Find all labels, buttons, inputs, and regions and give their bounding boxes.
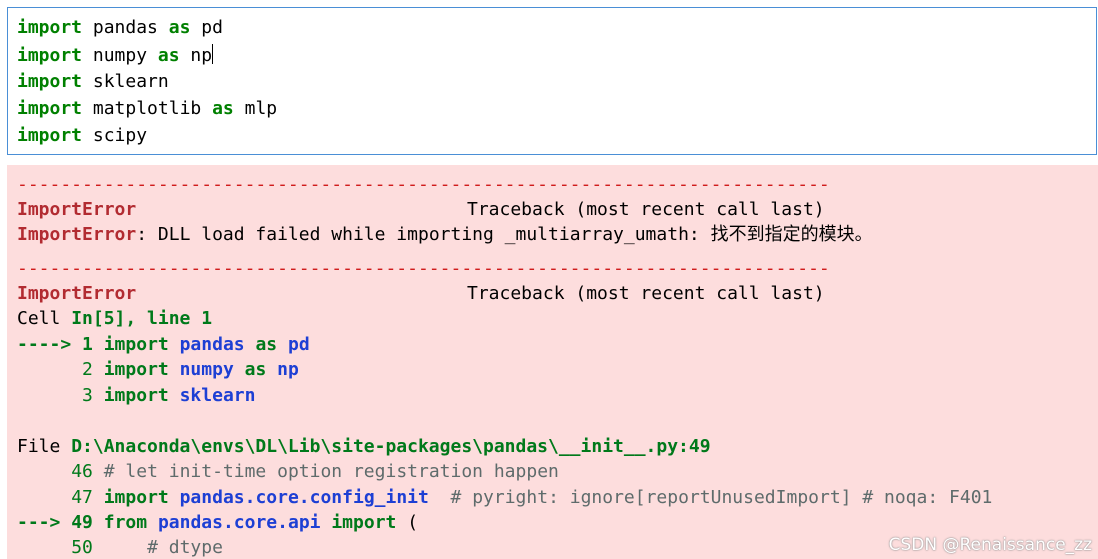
line-number: 3 [82, 385, 93, 406]
code-text: sklearn [82, 71, 169, 92]
code-line-1: import pandas as pd [17, 17, 223, 39]
code-text: scipy [82, 125, 148, 146]
file-reference: File D:\Anaconda\envs\DL\Lib\site-packag… [17, 436, 711, 458]
keyword: import [103, 334, 169, 355]
frame-line-2: 2 import numpy as np [17, 359, 299, 381]
code-line-3: import sklearn [17, 71, 169, 93]
file-path-link[interactable]: D:\Anaconda\envs\DL\Lib\site-packages\pa… [71, 436, 710, 457]
line-number: 2 [82, 359, 93, 380]
code-text: pandas [82, 17, 169, 38]
module-name: pandas.core.config_init [179, 487, 429, 508]
code-comment: # dtype [147, 537, 223, 558]
watermark: CSDN @Renaissance_zz [888, 535, 1092, 555]
frame-line-1: ----> 1 import pandas as pd [17, 334, 310, 356]
cell-reference: Cell In[5], line 1 [17, 308, 212, 330]
keyword: as [157, 45, 180, 66]
error-message-text: : DLL load failed while importing _multi… [136, 224, 873, 245]
code-line-4: import matplotlib as mlp [17, 98, 277, 120]
alias-name: pd [288, 334, 310, 355]
current-line-arrow: ---> [17, 512, 61, 533]
frame2-line-46: 46 # let init-time option registration h… [17, 461, 559, 483]
code-comment: # pyright: ignore[reportUnusedImport] # … [450, 487, 993, 508]
keyword: import [103, 385, 169, 406]
separator-line: ----------------------------------------… [17, 258, 830, 279]
traceback-header-1: ImportError Traceback (most recent call l… [17, 199, 825, 221]
keyword: import [331, 512, 397, 533]
module-name: sklearn [179, 385, 256, 406]
keyword: import [17, 17, 83, 38]
error-name: ImportError [17, 224, 137, 245]
cell-ref-link[interactable]: In[5], line 1 [71, 308, 212, 329]
separator-line: ----------------------------------------… [17, 174, 830, 195]
frame2-line-47: 47 import pandas.core.config_init # pyri… [17, 487, 992, 509]
keyword: import [103, 359, 169, 380]
line-number: 1 [82, 334, 93, 355]
error-output-area[interactable]: ----------------------------------------… [7, 165, 1098, 559]
error-message: ImportError: DLL load failed while impor… [17, 224, 873, 246]
keyword: from [103, 512, 148, 533]
keyword: as [255, 334, 278, 355]
keyword: import [17, 98, 83, 119]
keyword: as [212, 98, 234, 119]
current-line-arrow: ----> [17, 334, 72, 355]
code-text: matplotlib [82, 98, 213, 119]
cell-label: Cell [17, 308, 72, 329]
line-number: 49 [71, 512, 93, 533]
code-line-5: import scipy [17, 125, 147, 147]
traceback-title: Traceback (most recent call last) [467, 283, 825, 304]
line-number: 47 [71, 487, 93, 508]
keyword: import [17, 71, 83, 92]
text-cursor [212, 44, 214, 64]
module-name: pandas.core.api [157, 512, 321, 533]
traceback-header-2: ImportError Traceback (most recent call l… [17, 283, 825, 305]
line-number: 50 [71, 537, 93, 558]
file-label: File [17, 436, 72, 457]
frame2-line-49: ---> 49 from pandas.core.api import ( [17, 512, 418, 534]
code-text: ( [396, 512, 419, 533]
code-text: pd [190, 17, 223, 38]
keyword: as [244, 359, 267, 380]
code-line-2: import numpy as np [17, 44, 214, 67]
error-name: ImportError [17, 283, 137, 304]
code-input-cell[interactable]: import pandas as pd import numpy as np i… [7, 7, 1097, 155]
keyword: import [103, 487, 169, 508]
frame2-line-50: 50 # dtype [17, 537, 223, 559]
line-number: 46 [71, 461, 93, 482]
error-name: ImportError [17, 199, 137, 220]
code-text: mlp [233, 98, 278, 119]
module-name: numpy [179, 359, 234, 380]
traceback-title: Traceback (most recent call last) [467, 199, 825, 220]
keyword: import [17, 45, 83, 66]
alias-name: np [277, 359, 299, 380]
code-comment: # let init-time option registration happ… [103, 461, 559, 482]
frame-line-3: 3 import sklearn [17, 385, 255, 407]
code-text: numpy [82, 45, 158, 66]
module-name: pandas [179, 334, 245, 355]
keyword: import [17, 125, 83, 146]
code-text: np [179, 45, 213, 66]
keyword: as [168, 17, 191, 38]
